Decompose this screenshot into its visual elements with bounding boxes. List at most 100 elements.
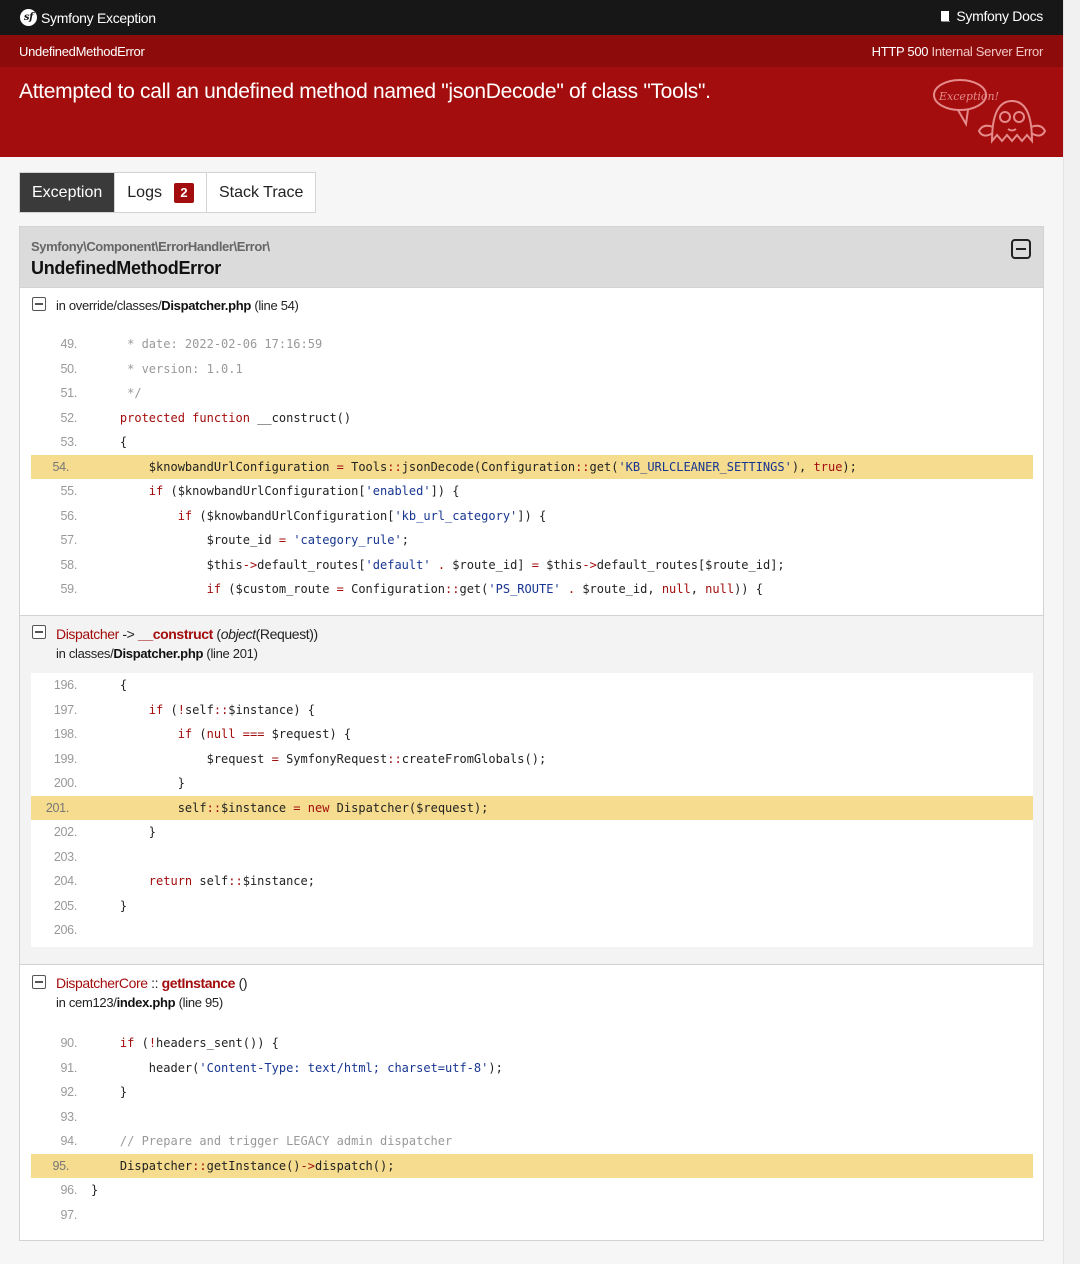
line-info: (line 201) <box>206 646 258 661</box>
code-line: 52. protected function __construct() <box>31 406 1033 431</box>
file-name: index.php <box>116 995 176 1010</box>
line-number: 54. <box>52 459 70 474</box>
code-line: 55. if ($knowbandUrlConfiguration['enabl… <box>31 479 1033 504</box>
code-line: 58. $this->default_routes['default' . $r… <box>31 553 1033 578</box>
code-line: 51. */ <box>31 381 1033 406</box>
line-number: 205. <box>53 898 77 913</box>
symfony-logo-icon: sf <box>20 9 37 26</box>
code-line: 57. $route_id = 'category_rule'; <box>31 528 1033 553</box>
file-path-prefix: in classes/ <box>56 646 114 661</box>
line-source: header('Content-Type: text/html; charset… <box>91 1060 503 1075</box>
code-line: 203. <box>31 845 1033 870</box>
code-snippet: 90. if (!headers_sent()) {91. header('Co… <box>31 1031 1033 1227</box>
file-name: Dispatcher.php <box>113 646 204 661</box>
line-source: } <box>91 776 185 790</box>
line-source: $route_id = 'category_rule'; <box>91 533 409 547</box>
code-line: 205. } <box>31 894 1033 919</box>
line-number: 203. <box>53 849 77 864</box>
call-class: DispatcherCore <box>56 975 148 991</box>
exception-ghost-icon: Exception! <box>933 79 1047 144</box>
call-method: __construct <box>137 626 213 642</box>
file-name: Dispatcher.php <box>161 298 251 313</box>
code-line: 200. } <box>31 771 1033 796</box>
http-status-text: Internal Server Error <box>931 44 1044 59</box>
trace-section-3: DispatcherCore :: getInstance () in cem1… <box>20 965 1043 1240</box>
line-number: 56. <box>60 508 78 523</box>
section-toggle-icon[interactable] <box>32 297 46 311</box>
line-number: 198. <box>53 727 77 741</box>
line-number: 55. <box>60 484 78 498</box>
logs-count-badge: 2 <box>173 182 194 203</box>
trace-panel: Symfony\Component\ErrorHandler\Error\ Un… <box>19 226 1044 1241</box>
line-number: 206. <box>53 923 77 937</box>
tab-bar: Exception Logs 2 Stack Trace <box>19 172 317 213</box>
line-number: 51. <box>60 386 78 400</box>
book-icon <box>941 10 951 22</box>
exception-namespace: Symfony\Component\ErrorHandler\Error\ <box>31 239 270 254</box>
tab-logs[interactable]: Logs 2 <box>115 173 207 212</box>
line-source: * date: 2022-02-06 17:16:59 <box>91 337 323 351</box>
symfony-docs-link[interactable]: Symfony Docs <box>939 8 1043 24</box>
line-number: 202. <box>53 825 77 839</box>
code-line: 94. // Prepare and trigger LEGACY admin … <box>31 1129 1033 1154</box>
file-path-prefix: in override/classes/ <box>56 298 162 313</box>
section-toggle-icon[interactable] <box>32 625 46 639</box>
line-number: 95. <box>52 1158 70 1173</box>
code-line: 199. $request = SymfonyRequest::createFr… <box>31 747 1033 772</box>
http-status: HTTP 500 Internal Server Error <box>871 44 1044 59</box>
tab-exception-label: Exception <box>32 183 103 201</box>
http-code: HTTP 500 <box>871 44 929 59</box>
line-number: 50. <box>60 361 78 376</box>
line-source: * version: 1.0.1 <box>91 361 243 376</box>
line-source: return self::$instance; <box>148 874 315 888</box>
line-info: (line 95) <box>178 995 224 1010</box>
line-source: Dispatcher::getInstance()->dispatch(); <box>91 1158 395 1173</box>
symfony-brand[interactable]: sf Symfony Exception <box>20 8 156 27</box>
tab-stack-trace-label: Stack Trace <box>218 183 304 201</box>
page-scrollbar[interactable] <box>1063 0 1080 1264</box>
tab-logs-label: Logs <box>127 183 162 201</box>
collapse-all-icon[interactable] <box>1011 239 1031 259</box>
code-line: 96.} <box>31 1178 1033 1203</box>
file-location: in classes/Dispatcher.php (line 201) <box>56 646 258 661</box>
section-toggle-icon[interactable] <box>32 975 46 989</box>
exception-class-title: UndefinedMethodError <box>31 258 221 278</box>
code-line: 59. if ($custom_route = Configuration::g… <box>31 577 1033 602</box>
exception-header: Attempted to call an undefined method na… <box>0 67 1063 157</box>
line-source: if ($custom_route = Configuration::get('… <box>206 582 763 596</box>
svg-text:Exception!: Exception! <box>938 90 999 103</box>
line-number: 204. <box>53 874 77 888</box>
code-line: 90. if (!headers_sent()) { <box>31 1031 1033 1056</box>
code-line: 50. * version: 1.0.1 <box>31 357 1033 382</box>
highlighted-code-line: 54. $knowbandUrlConfiguration = Tools::j… <box>31 454 1033 479</box>
line-source: { <box>91 678 128 692</box>
code-line: 204. return self::$instance; <box>31 869 1033 894</box>
code-line: 198. if (null === $request) { <box>31 722 1033 747</box>
tab-stack-trace[interactable]: Stack Trace <box>207 173 315 212</box>
call-arg-value: (Request) <box>255 626 314 642</box>
code-snippet: 196. {197. if (!self::$instance) {198. i… <box>31 673 1033 947</box>
code-line: 49. * date: 2022-02-06 17:16:59 <box>31 332 1033 357</box>
line-number: 53. <box>60 435 78 449</box>
exception-message: Attempted to call an undefined method na… <box>19 80 711 103</box>
trace-header: Symfony\Component\ErrorHandler\Error\ Un… <box>20 227 1043 288</box>
line-number: 201. <box>45 800 69 815</box>
line-source: } <box>91 1183 99 1197</box>
code-line: 97. <box>31 1203 1033 1228</box>
line-source: // Prepare and trigger LEGACY admin disp… <box>91 1134 453 1148</box>
line-number: 93. <box>60 1109 78 1124</box>
line-number: 200. <box>53 776 77 790</box>
exception-class-label: UndefinedMethodError <box>19 44 145 59</box>
line-number: 197. <box>53 702 77 717</box>
code-line: 202. } <box>31 820 1033 845</box>
code-line: 53. { <box>31 430 1033 455</box>
line-number: 49. <box>60 337 78 351</box>
line-source: self::$instance = new Dispatcher($reques… <box>91 800 489 815</box>
tab-exception[interactable]: Exception <box>20 173 116 212</box>
line-source: */ <box>91 386 142 400</box>
code-line: 197. if (!self::$instance) { <box>31 698 1033 723</box>
code-line: 92. } <box>31 1080 1033 1105</box>
line-source: $request = SymfonyRequest::createFromGlo… <box>91 751 547 766</box>
line-number: 90. <box>60 1036 78 1050</box>
line-number: 196. <box>53 678 77 692</box>
